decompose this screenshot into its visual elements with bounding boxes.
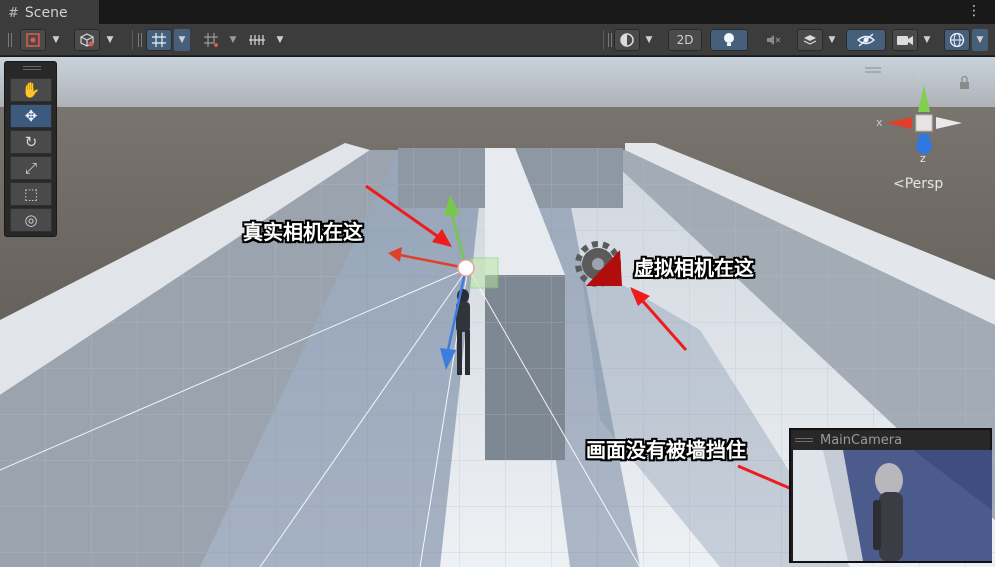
lighting-button[interactable]	[710, 29, 748, 51]
projection-label: Persp	[904, 176, 944, 192]
tab-scene-label: Scene	[24, 5, 68, 21]
shading-cube-icon	[80, 33, 94, 47]
effects-layers-icon	[803, 35, 817, 45]
shading-dropdown[interactable]: ▼	[102, 29, 118, 51]
effects-button[interactable]	[797, 29, 823, 51]
camera-settings-button[interactable]	[892, 29, 918, 51]
effects-dropdown[interactable]: ▼	[824, 29, 840, 51]
gizmos-globe-icon	[949, 32, 965, 48]
rect-tool-button[interactable]: ⬚	[10, 182, 52, 206]
audio-button[interactable]	[758, 29, 788, 51]
kebab-menu-icon[interactable]: ⋮	[967, 3, 981, 19]
camera-settings-dropdown[interactable]: ▼	[919, 29, 935, 51]
render-mode-button[interactable]	[614, 29, 640, 51]
gizmo-y-label: y	[916, 68, 923, 81]
increment-snap-button[interactable]	[198, 29, 224, 51]
grid-snap-dropdown[interactable]: ▼	[174, 29, 190, 51]
ruler-grid-button[interactable]	[244, 29, 270, 51]
gizmo-x-label: x	[876, 116, 883, 129]
annotation-real-camera: 真实相机在这	[243, 220, 363, 244]
gizmo-z-label: z	[920, 152, 926, 165]
grid-snap-button[interactable]	[146, 29, 172, 51]
persp-chevron-icon: <	[893, 176, 905, 192]
preview-grip[interactable]	[795, 438, 813, 442]
gizmos-button[interactable]	[944, 29, 970, 51]
hidden-objects-button[interactable]	[846, 29, 886, 51]
toolbar-divider	[603, 30, 604, 50]
toolbar-grip[interactable]	[8, 33, 12, 47]
rect-icon: ⬚	[23, 185, 39, 203]
gizmos-dropdown[interactable]: ▼	[972, 29, 988, 51]
draw-mode-icon	[26, 33, 40, 47]
scale-tool-button[interactable]: ⤢	[10, 156, 52, 180]
render-mode-icon	[620, 33, 634, 47]
lighting-bulb-icon	[724, 33, 734, 46]
hand-icon: ✋	[21, 81, 41, 99]
increment-snap-dropdown[interactable]: ▼	[225, 29, 241, 51]
camera-icon	[897, 36, 913, 45]
tool-palette: ✋ ✥ ↻ ⤢ ⬚ ◎	[4, 61, 57, 237]
window-tab-bar: # Scene ⋮	[0, 0, 995, 24]
camera-preview-render	[793, 450, 992, 561]
draw-mode-button[interactable]	[20, 29, 46, 51]
mode-2d-button[interactable]: 2D	[668, 29, 702, 51]
audio-mute-icon	[767, 35, 781, 45]
tab-scene[interactable]: # Scene	[0, 0, 99, 24]
scene-toolbar: ▼ ▼ ▼ ▼ ▼ ▼ 2D ▼ ▼ ▼	[0, 24, 995, 56]
toolbar-grip[interactable]	[608, 33, 612, 47]
move-tool-button[interactable]: ✥	[10, 104, 52, 128]
move-icon: ✥	[24, 107, 38, 125]
camera-preview-window[interactable]: MainCamera	[789, 428, 992, 563]
toolbar-grip[interactable]	[138, 33, 142, 47]
annotation-not-blocked: 画面没有被墙挡住	[586, 438, 746, 462]
projection-toggle[interactable]: <Persp	[893, 176, 943, 192]
scale-icon: ⤢	[24, 159, 37, 177]
transform-tool-button[interactable]: ◎	[10, 208, 52, 232]
hidden-visibility-icon	[856, 33, 876, 47]
rotate-tool-button[interactable]: ↻	[10, 130, 52, 154]
rotate-icon: ↻	[24, 133, 38, 151]
tool-palette-grip[interactable]	[23, 66, 41, 70]
toolbar-divider	[132, 30, 133, 50]
draw-mode-dropdown[interactable]: ▼	[48, 29, 64, 51]
transform-icon: ◎	[24, 211, 38, 229]
camera-preview-header[interactable]: MainCamera	[791, 430, 990, 450]
annotation-virtual-camera: 虚拟相机在这	[634, 256, 754, 280]
ruler-grid-dropdown[interactable]: ▼	[272, 29, 288, 51]
lock-icon[interactable]	[960, 75, 969, 90]
shading-button[interactable]	[74, 29, 100, 51]
grid-snap-icon	[152, 33, 166, 47]
virtual-camera-gear-icon[interactable]	[575, 241, 622, 287]
render-mode-dropdown[interactable]: ▼	[641, 29, 657, 51]
increment-snap-icon	[204, 33, 218, 47]
camera-preview-title: MainCamera	[820, 432, 903, 448]
hand-tool-button[interactable]: ✋	[10, 78, 52, 102]
grid-icon: #	[8, 5, 19, 21]
ruler-grid-icon	[249, 35, 265, 45]
